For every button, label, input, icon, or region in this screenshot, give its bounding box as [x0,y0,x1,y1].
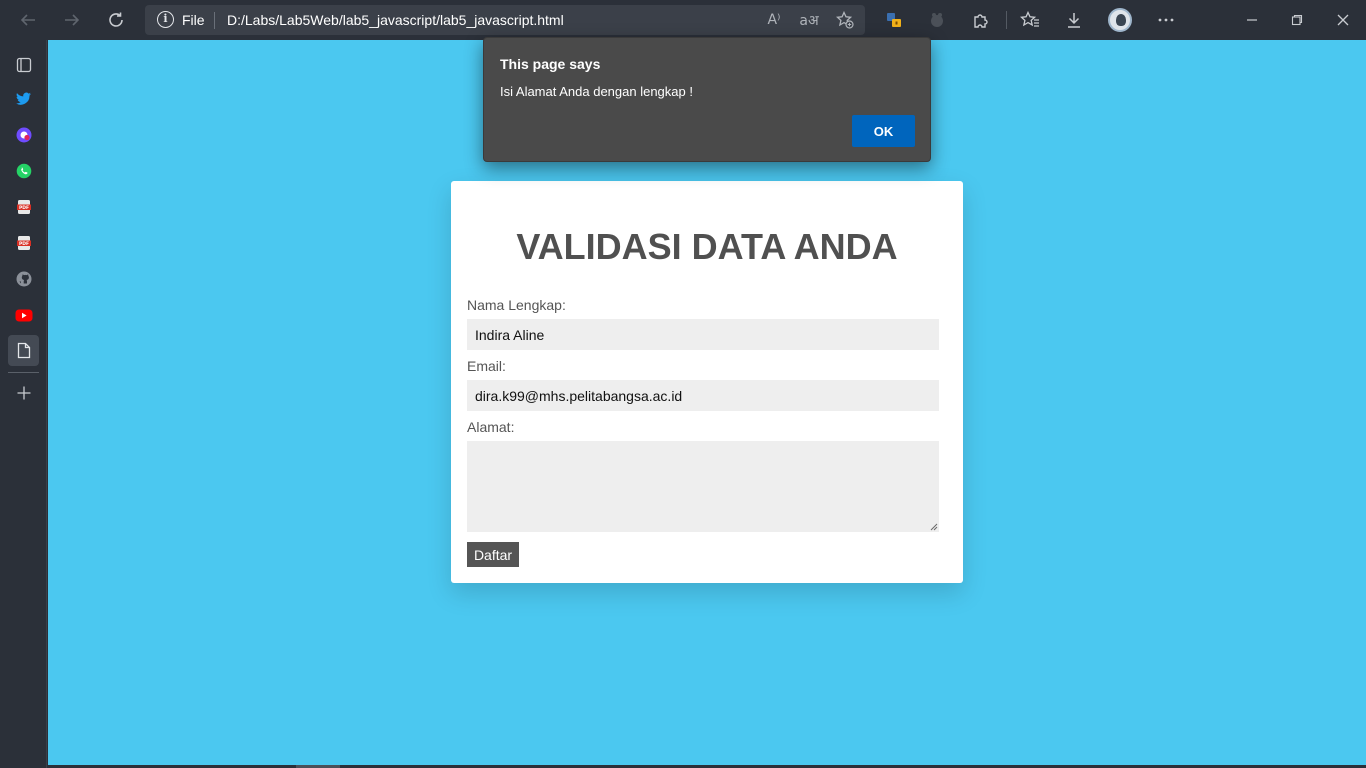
email-input[interactable] [467,380,939,411]
extension-lock-icon[interactable] [882,8,906,32]
translate-icon[interactable]: aअ [799,10,819,30]
browser-toolbar: i File D:/Labs/Lab5Web/lab5_javascript/l… [0,0,1366,40]
close-window-icon[interactable] [1331,8,1355,32]
registration-form-card: VALIDASI DATA ANDA Nama Lengkap: Email: … [451,181,963,583]
pdf-app-icon-2[interactable]: PDF [12,231,36,255]
svg-text:PDF: PDF [19,205,29,211]
refresh-icon[interactable] [104,8,128,32]
dialog-title: This page says [500,56,601,72]
favorites-icon[interactable] [1018,8,1042,32]
restore-icon[interactable] [1285,8,1309,32]
extension-icon[interactable] [925,8,949,32]
add-favorite-icon[interactable] [835,10,855,30]
ok-button[interactable]: OK [852,115,915,147]
name-label: Nama Lengkap: [467,297,566,313]
github-icon[interactable] [12,267,36,291]
address-label: Alamat: [467,419,515,435]
address-bar[interactable]: i File D:/Labs/Lab5Web/lab5_javascript/l… [145,5,865,35]
form-title: VALIDASI DATA ANDA [516,226,898,267]
read-aloud-icon[interactable]: A⁾ [764,10,784,30]
tab-actions-icon[interactable] [12,53,36,77]
extensions-puzzle-icon[interactable] [969,8,993,32]
minimize-icon[interactable] [1240,8,1264,32]
add-app-icon[interactable] [12,381,36,405]
sidebar-divider [8,372,39,373]
address-url[interactable]: D:/Labs/Lab5Web/lab5_javascript/lab5_jav… [227,12,564,28]
address-scheme-label: File [182,12,205,28]
whatsapp-icon[interactable] [12,159,36,183]
resize-grip-icon[interactable] [929,522,938,531]
profile-avatar[interactable] [1108,8,1132,32]
pdf-app-icon[interactable]: PDF [12,195,36,219]
more-menu-icon[interactable] [1154,8,1178,32]
browser-sidebar: PDF PDF [0,40,47,768]
messenger-icon[interactable] [12,123,36,147]
youtube-icon[interactable] [12,303,36,327]
toolbar-divider [1006,11,1007,29]
submit-button[interactable]: Daftar [467,542,519,567]
name-input[interactable] [467,319,939,350]
twitter-icon[interactable] [12,87,36,111]
current-page-icon[interactable] [8,335,39,366]
back-arrow-icon[interactable] [16,8,40,32]
svg-text:PDF: PDF [19,241,29,247]
alert-dialog: This page says Isi Alamat Anda dengan le… [483,37,931,162]
address-textarea[interactable] [467,441,939,532]
address-divider [214,12,215,29]
dialog-message: Isi Alamat Anda dengan lengkap ! [500,84,693,99]
info-icon[interactable]: i [157,11,174,28]
email-label: Email: [467,358,506,374]
forward-arrow-icon[interactable] [60,8,84,32]
downloads-icon[interactable] [1062,8,1086,32]
